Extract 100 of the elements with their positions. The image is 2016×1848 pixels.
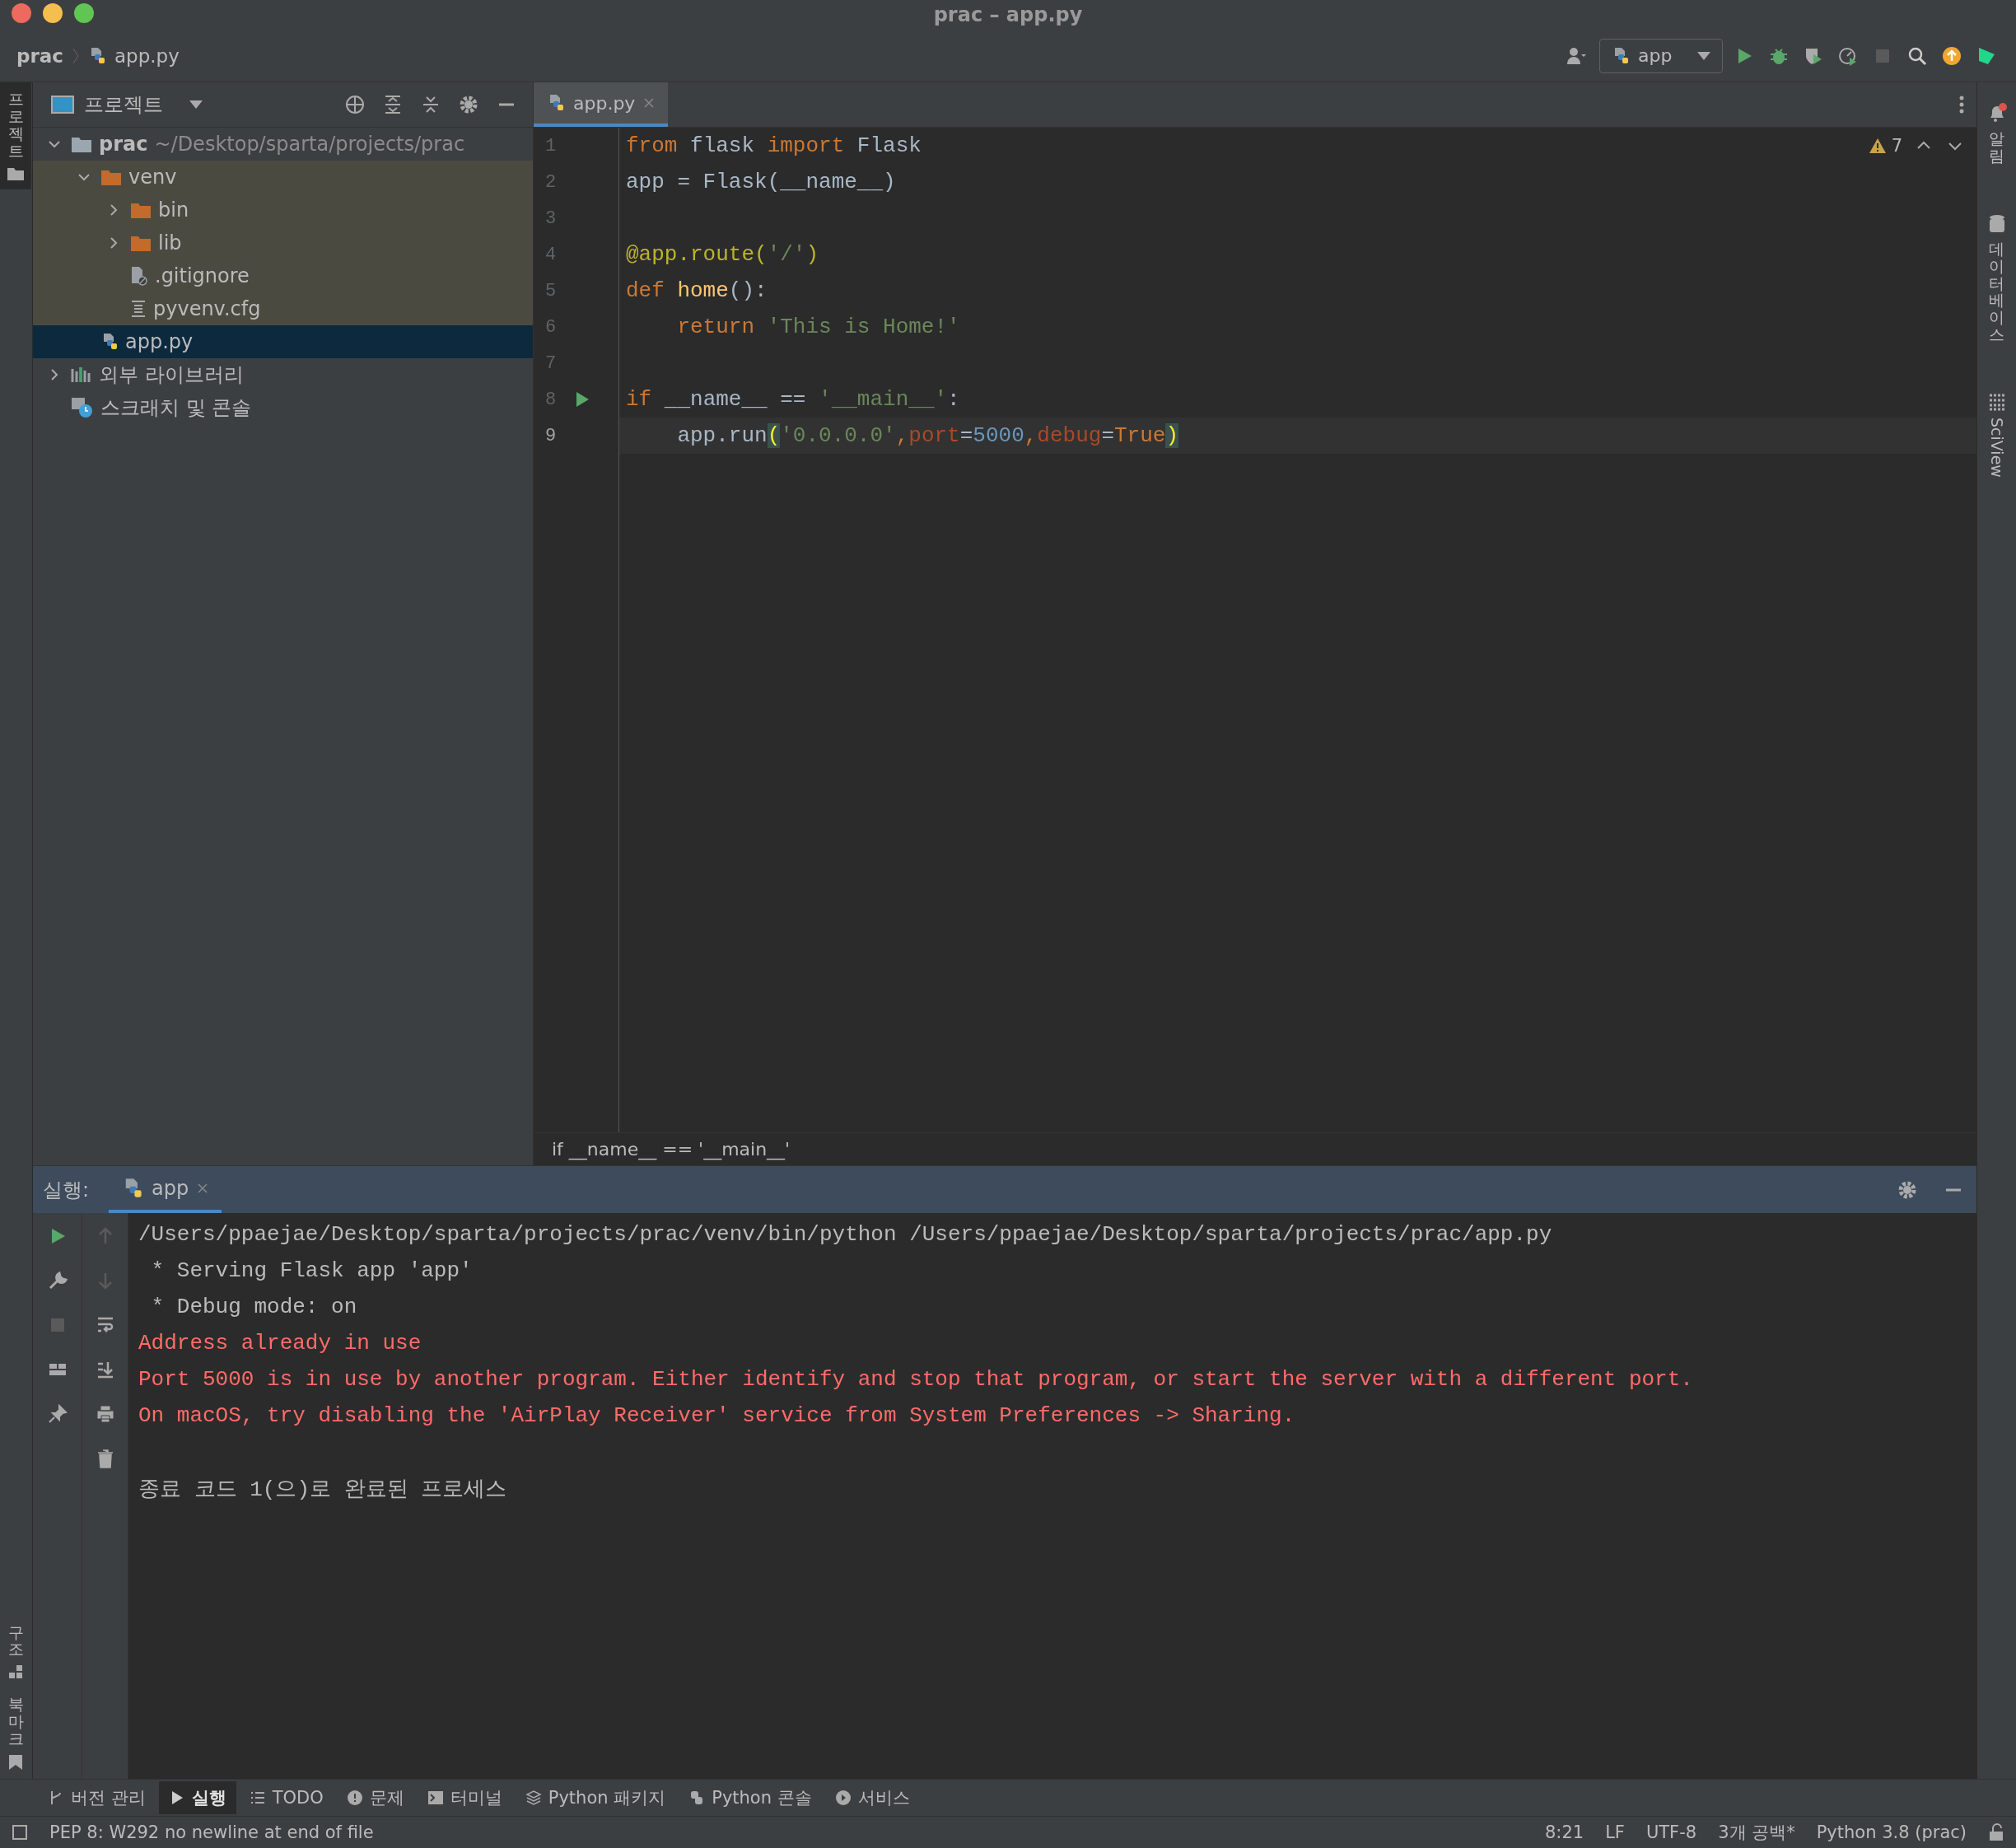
breadcrumb-separator-icon bbox=[71, 46, 80, 65]
code-line: return 'This is Home!' bbox=[676, 315, 960, 339]
folder-icon bbox=[7, 166, 25, 181]
bookmark-icon bbox=[8, 1754, 23, 1771]
console-line: * Debug mode: on bbox=[150, 1295, 357, 1319]
run-gutter-icon[interactable] bbox=[575, 391, 590, 408]
tool-window-tab[interactable]: 버전 관리 bbox=[38, 1781, 156, 1814]
folder-icon bbox=[100, 168, 122, 186]
database-icon bbox=[1987, 213, 2006, 234]
breadcrumb-item[interactable]: app.py bbox=[114, 44, 180, 67]
status-message: PEP 8: W292 no newline at end of file bbox=[49, 1822, 374, 1842]
console-line: On macOS, try disabling the 'AirPlay Receiver' service from System Preferences -> Sharing. bbox=[138, 1403, 1295, 1428]
caret-icon bbox=[1697, 51, 1710, 60]
lock-icon[interactable] bbox=[1988, 1823, 2004, 1841]
close-button[interactable] bbox=[12, 3, 31, 23]
window-icon bbox=[51, 95, 74, 114]
zoom-button[interactable] bbox=[74, 3, 94, 23]
tree-item-label: lib bbox=[158, 231, 182, 254]
tool-window-tab[interactable]: 문제 bbox=[336, 1781, 414, 1814]
tree-item-label: 스크래치 및 콘솔 bbox=[100, 395, 252, 421]
code-line: app.run('0.0.0.0',port=5000,debug=True) bbox=[676, 423, 1178, 448]
code-line: if __name__ == '__main__': bbox=[626, 387, 960, 412]
tree-item-path: ~/Desktop/sparta/projects/prac bbox=[154, 133, 465, 156]
library-icon bbox=[71, 366, 92, 384]
line-number: 4 bbox=[545, 244, 558, 265]
side-tool-window-button[interactable]: 북마크 bbox=[0, 1687, 31, 1779]
tool-window-tab[interactable]: 터미널 bbox=[417, 1781, 512, 1814]
line-number: 8 bbox=[545, 389, 558, 410]
tree-item-label: prac bbox=[99, 133, 148, 156]
line-number: 2 bbox=[545, 171, 558, 193]
status-item[interactable]: 3개 공백* bbox=[1718, 1821, 1795, 1844]
window-title: prac – app.py bbox=[933, 3, 1083, 26]
folder-icon bbox=[71, 135, 92, 153]
tree-item-label: .gitignore bbox=[155, 264, 250, 287]
warning-icon bbox=[1868, 138, 1887, 154]
side-tool-window-button[interactable]: 데이터베이스 bbox=[1981, 205, 2013, 352]
warning-circle-icon bbox=[346, 1790, 363, 1806]
tool-window-tab[interactable]: 실행 bbox=[158, 1781, 236, 1814]
line-number: 9 bbox=[545, 425, 558, 446]
line-number: 3 bbox=[545, 208, 558, 229]
code-line: app = Flask(__name__) bbox=[626, 170, 896, 194]
console-line: 종료 코드 1(으)로 완료된 프로세스 bbox=[138, 1476, 507, 1503]
caret-icon bbox=[189, 100, 203, 109]
warning-count[interactable]: 7 bbox=[1868, 136, 1902, 156]
tree-row[interactable]: 외부 라이브러리 bbox=[33, 358, 533, 391]
status-item[interactable]: 8:21 bbox=[1544, 1822, 1584, 1842]
status-item[interactable]: LF bbox=[1605, 1822, 1625, 1842]
more-icon bbox=[1958, 95, 1965, 114]
tree-item-label: venv bbox=[128, 166, 177, 189]
config-file-icon bbox=[130, 300, 147, 318]
console-line: Address already in use bbox=[138, 1331, 422, 1356]
line-number: 7 bbox=[545, 352, 558, 374]
tree-row[interactable]: 스크래치 및 콘솔 bbox=[33, 391, 533, 424]
code-line: from flask import Flask bbox=[626, 133, 922, 158]
project-tool-window-button[interactable]: 프로젝트 bbox=[0, 82, 31, 189]
tree-row[interactable]: venv bbox=[33, 161, 533, 194]
code-breadcrumb[interactable]: if __name__ == '__main__' bbox=[552, 1139, 791, 1160]
line-number: 1 bbox=[545, 135, 558, 156]
grid-icon bbox=[1987, 393, 2006, 412]
services-icon bbox=[834, 1790, 852, 1806]
tree-row[interactable]: .gitignore bbox=[33, 259, 533, 292]
project-view-dropdown[interactable]: 프로젝트 bbox=[46, 91, 208, 119]
side-tool-window-button[interactable]: 구조 bbox=[0, 1615, 31, 1688]
code-line: @app.route('/') bbox=[626, 242, 819, 267]
folder-icon bbox=[130, 234, 152, 252]
terminal-icon bbox=[427, 1790, 444, 1806]
square-icon[interactable] bbox=[12, 1824, 28, 1841]
status-item[interactable]: UTF-8 bbox=[1645, 1822, 1697, 1842]
status-item[interactable]: Python 3.8 (prac) bbox=[1816, 1822, 1967, 1842]
tree-item-label: 외부 라이브러리 bbox=[99, 362, 244, 388]
tool-window-tab[interactable]: TODO bbox=[239, 1781, 334, 1814]
console-line: /Users/ppaejae/Desktop/sparta/projects/prac/venv/bin/python /Users/ppaejae/Desktop/sparta/projects/prac/app.py bbox=[138, 1222, 1552, 1247]
tool-window-tab[interactable]: 서비스 bbox=[824, 1781, 920, 1814]
tree-row[interactable]: lib bbox=[33, 226, 533, 259]
tree-row[interactable]: pyvenv.cfg bbox=[33, 292, 533, 325]
minimize-button[interactable] bbox=[43, 3, 63, 23]
layers-icon bbox=[525, 1790, 542, 1806]
close-icon[interactable] bbox=[197, 1182, 209, 1194]
tree-item-label: app.py bbox=[125, 330, 194, 353]
tool-window-tab[interactable]: Python 콘솔 bbox=[679, 1781, 822, 1814]
list-icon bbox=[249, 1790, 266, 1806]
scratch-icon bbox=[71, 397, 94, 418]
breadcrumb-item[interactable]: prac bbox=[16, 44, 63, 67]
tree-row[interactable]: prac ~/Desktop/sparta/projects/prac bbox=[33, 128, 533, 161]
console-line: * Serving Flask app 'app' bbox=[150, 1258, 473, 1283]
folder-icon bbox=[130, 201, 152, 219]
tree-row[interactable]: app.py bbox=[33, 325, 533, 358]
tree-item-label: pyvenv.cfg bbox=[153, 297, 261, 320]
editor-tab[interactable]: app.py bbox=[534, 82, 669, 127]
side-tool-window-button[interactable]: 알림 bbox=[1981, 94, 2013, 173]
console-line: Port 5000 is in use by another program. Either identify and stop that program, or start the server with a different port. bbox=[138, 1367, 1693, 1392]
side-tool-window-button[interactable]: SciView bbox=[1981, 385, 2013, 486]
run-panel-label: 실행: bbox=[43, 1177, 90, 1203]
ignored-file-icon bbox=[130, 266, 148, 286]
code-line: def home(): bbox=[626, 278, 768, 303]
tree-row[interactable]: bin bbox=[33, 194, 533, 226]
tool-window-tab[interactable]: Python 패키지 bbox=[515, 1781, 676, 1814]
run-configuration-dropdown[interactable]: app bbox=[1599, 38, 1723, 73]
line-number: 6 bbox=[545, 316, 558, 338]
line-number: 5 bbox=[545, 280, 558, 301]
